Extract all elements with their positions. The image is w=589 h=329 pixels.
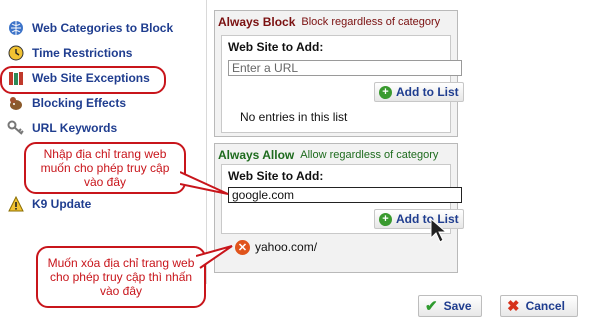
checkmark-icon: ✔ bbox=[425, 298, 438, 315]
always-block-url-input[interactable]: Enter a URL bbox=[228, 60, 462, 76]
always-block-empty-text: No entries in this list bbox=[240, 110, 348, 124]
always-block-inner: Web Site to Add: Enter a URL + Add to Li… bbox=[221, 35, 464, 133]
always-allow-add-button[interactable]: + Add to List bbox=[374, 209, 464, 229]
add-hint-callout: Nhập địa chỉ trang web muốn cho phép tru… bbox=[24, 142, 186, 194]
cancel-label: Cancel bbox=[525, 299, 565, 313]
sidebar-item-blocking-effects[interactable]: Blocking Effects bbox=[6, 92, 126, 114]
sidebar-item-label: Blocking Effects bbox=[32, 96, 127, 110]
always-block-title: Always Block bbox=[218, 15, 296, 29]
always-allow-title: Always Allow bbox=[218, 148, 295, 162]
add-hint-arrow bbox=[180, 171, 229, 195]
always-block-field-label: Web Site to Add: bbox=[228, 40, 324, 54]
sidebar-item-label: Web Categories to Block bbox=[32, 21, 174, 35]
save-button[interactable]: ✔ Save bbox=[418, 295, 482, 317]
keys-icon bbox=[6, 119, 26, 137]
always-allow-panel: Always Allow Allow regardless of categor… bbox=[214, 143, 464, 273]
always-block-add-button[interactable]: + Add to List bbox=[374, 82, 464, 102]
sidebar-item-label: K9 Update bbox=[32, 197, 92, 211]
allow-entry-url: yahoo.com/ bbox=[255, 240, 318, 254]
mouse-cursor-icon bbox=[430, 218, 448, 243]
always-allow-header: Always Allow Allow regardless of categor… bbox=[215, 144, 457, 166]
always-block-subtitle: Block regardless of category bbox=[301, 16, 441, 28]
sidebar-item-url-keywords[interactable]: URL Keywords bbox=[6, 117, 117, 139]
warning-icon bbox=[6, 195, 26, 213]
sidebar-item-label: Time Restrictions bbox=[32, 46, 133, 60]
always-block-header: Always Block Block regardless of categor… bbox=[215, 11, 457, 33]
always-allow-subtitle: Allow regardless of category bbox=[300, 149, 439, 161]
remove-hint-arrow bbox=[196, 245, 233, 269]
save-label: Save bbox=[443, 299, 472, 313]
remove-entry-icon[interactable]: ✕ bbox=[235, 239, 250, 255]
allow-list-entry: ✕ yahoo.com/ bbox=[235, 238, 317, 256]
add-button-label: Add to List bbox=[396, 85, 459, 99]
cancel-button[interactable]: ✖ Cancel bbox=[500, 295, 578, 317]
selection-highlight-ring bbox=[0, 66, 166, 94]
sidebar-item-time-restrictions[interactable]: Time Restrictions bbox=[6, 42, 132, 64]
plus-icon: + bbox=[379, 212, 392, 226]
remove-hint-callout: Muốn xóa địa chỉ trang web cho phép truy… bbox=[36, 246, 206, 308]
dog-icon bbox=[6, 94, 26, 112]
cancel-x-icon: ✖ bbox=[507, 298, 520, 315]
sidebar-item-k9-update[interactable]: K9 Update bbox=[6, 193, 91, 215]
always-allow-field-label: Web Site to Add: bbox=[228, 169, 324, 183]
always-block-panel: Always Block Block regardless of categor… bbox=[214, 10, 464, 137]
always-allow-url-input[interactable]: google.com bbox=[228, 187, 462, 203]
sidebar-item-web-categories[interactable]: Web Categories to Block bbox=[6, 17, 173, 39]
plus-icon: + bbox=[379, 85, 392, 99]
sidebar-item-label: URL Keywords bbox=[32, 121, 118, 135]
add-button-label: Add to List bbox=[396, 212, 459, 226]
clock-icon bbox=[6, 44, 26, 62]
always-allow-inner: Web Site to Add: google.com + Add to Lis… bbox=[221, 164, 464, 234]
globe-icon bbox=[6, 19, 26, 37]
